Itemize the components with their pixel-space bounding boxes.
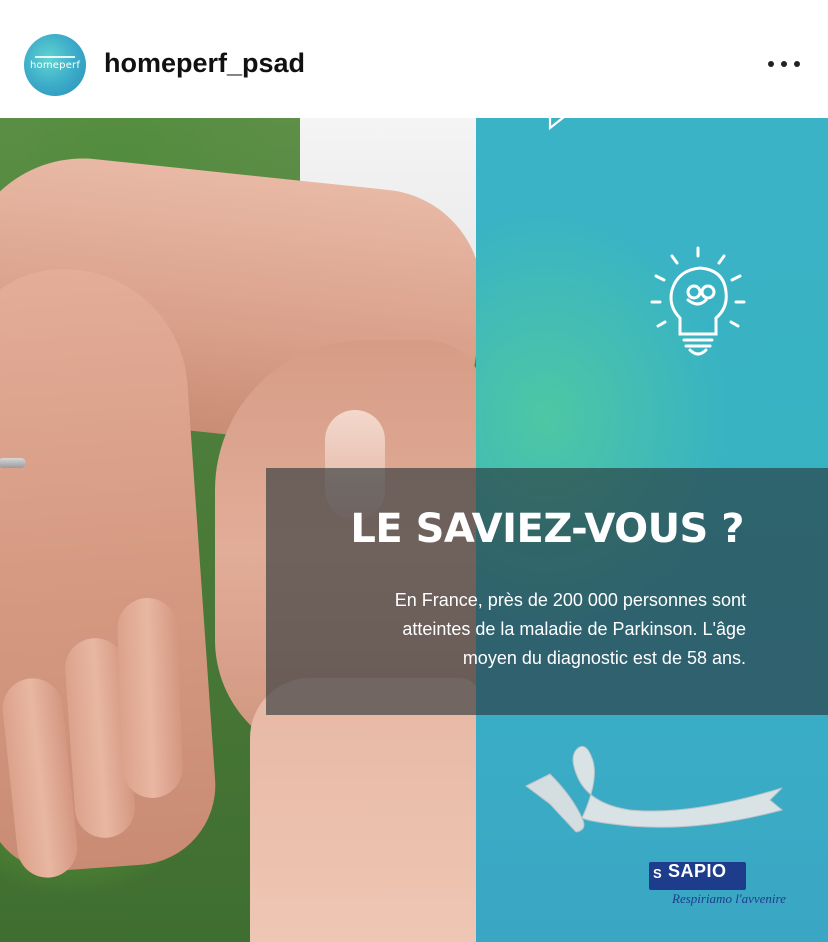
body-line: moyen du diagnostic est de 58 ans. [462,648,746,668]
awareness-ribbon-icon [525,745,784,833]
logo-brand: homeperf [566,70,720,105]
lightbulb-head-icon [650,246,746,356]
avatar-decor-line [35,56,75,58]
profile-avatar[interactable]: homeperf [24,34,86,96]
headline: LE SAVIEZ-VOUS ? [350,506,744,552]
sapio-mark: S [653,866,662,881]
body-text: En France, près de 200 000 personnes son… [300,586,746,673]
body-line: En France, près de 200 000 personnes son… [394,590,746,610]
logo-tagline: PRESTATAIRE DE SANTE A DOMICILE [572,60,736,70]
finger [116,597,184,799]
avatar-brand-text: homeperf [30,60,81,71]
sapio-name: SAPIO [668,861,727,881]
username[interactable]: homeperf_psad [104,48,305,79]
sapio-tagline: Respiriamo l'avvenire [672,891,786,906]
body-line: atteintes de la maladie de Parkinson. L'… [402,619,746,639]
wedding-ring [0,458,26,468]
more-options-icon[interactable] [760,50,810,80]
lower-forearm [250,678,480,942]
